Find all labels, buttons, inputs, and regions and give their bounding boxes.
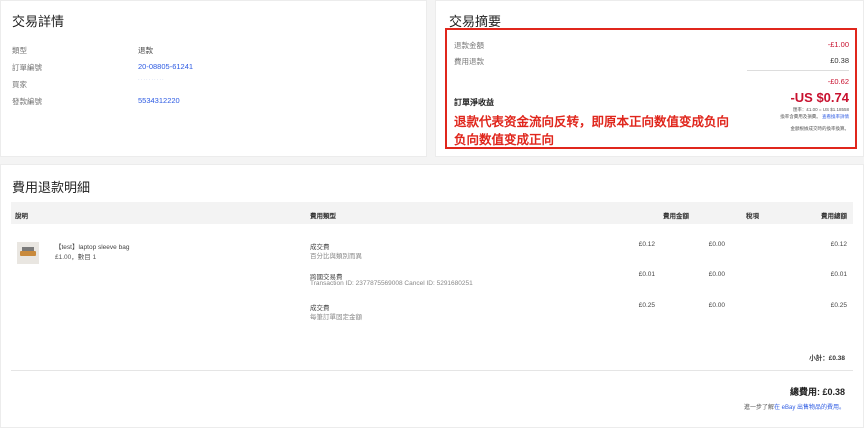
annotation-line-1: 退款代表资金流向反转，即原本正向数值变成负向 bbox=[454, 115, 730, 129]
exchange-rate-note: 換率含費用及損費。 查看換率詳情 bbox=[780, 114, 849, 120]
fee-tax: £0.00 bbox=[708, 241, 725, 248]
buyer-link[interactable]: ·········· bbox=[138, 77, 165, 83]
details-title: 交易詳情 bbox=[12, 14, 65, 29]
payout-number-label: 發款編號 bbox=[12, 97, 42, 106]
type-label: 類型 bbox=[12, 46, 27, 55]
refund-amount-label: 退款金額 bbox=[454, 41, 484, 50]
learn-more-prefix: 進一步了解 bbox=[743, 405, 774, 411]
header-description: 說明 bbox=[15, 213, 28, 220]
rate-details-link[interactable]: 查看換率詳情 bbox=[822, 114, 849, 119]
rate-note-text: 換率含費用及損費。 bbox=[780, 114, 821, 119]
annotation-highlight-box: 退款金額 -£1.00 費用退款 £0.38 -£0.62 訂單淨收益 -US … bbox=[445, 28, 857, 149]
item-thumbnail[interactable] bbox=[17, 242, 39, 264]
header-tax: 稅項 bbox=[746, 213, 759, 220]
fee-refund-label: 費用退款 bbox=[454, 57, 484, 66]
header-fee-amount: 費用金額 bbox=[663, 213, 689, 220]
item-name[interactable]: 【test】laptop sleeve bag bbox=[55, 241, 129, 251]
fee-total: £0.12 bbox=[830, 241, 847, 248]
fee-subtotal: 小計：£0.38 bbox=[809, 355, 845, 362]
order-number-link[interactable]: 20-08805-61241 bbox=[138, 62, 193, 71]
fee-amount: £0.01 bbox=[638, 271, 655, 278]
fee-amount: £0.25 bbox=[638, 302, 655, 309]
table-header: 說明 費用類型 費用金額 稅項 費用總額 bbox=[11, 202, 853, 224]
net-proceeds-value: -US $0.74 bbox=[790, 90, 849, 105]
fee-total: £0.01 bbox=[830, 271, 847, 278]
fee-subtext: 每筆訂單固定金額 bbox=[310, 314, 362, 321]
transaction-details-card: 交易詳情 類型 退款 訂單編號 20-08805-61241 買家 ······… bbox=[0, 0, 427, 157]
total-divider bbox=[11, 370, 853, 371]
header-fee-total: 費用總額 bbox=[821, 213, 847, 220]
payout-number-link[interactable]: 5534312220 bbox=[138, 96, 180, 105]
learn-more-text: 進一步了解在 eBay 出售物品的費用。 bbox=[744, 402, 845, 411]
fee-total: £0.25 bbox=[830, 302, 847, 309]
header-fee-type: 費用類型 bbox=[310, 213, 336, 220]
order-number-label: 訂單編號 bbox=[12, 63, 42, 72]
buyer-label: 買家 bbox=[12, 80, 27, 89]
summary-divider bbox=[747, 70, 849, 71]
fee-subtext: Transaction ID: 2377875569008 Cancel ID:… bbox=[310, 280, 473, 287]
item-meta: £1.00，數目 1 bbox=[55, 254, 97, 261]
exchange-rate-text: 匯率：£1.00 = US $1.18558 bbox=[792, 107, 849, 112]
breakdown-title: 費用退款明細 bbox=[12, 180, 91, 195]
fee-amount: £0.12 bbox=[638, 241, 655, 248]
fee-tax: £0.00 bbox=[708, 271, 725, 278]
fee-refund-value: £0.38 bbox=[830, 56, 849, 65]
net-proceeds-label: 訂單淨收益 bbox=[454, 98, 494, 107]
annotation-line-2: 负向数值变成正向 bbox=[454, 133, 555, 147]
total-fees: 總費用: £0.38 bbox=[789, 387, 845, 397]
refund-amount-value: -£1.00 bbox=[827, 40, 849, 49]
transaction-summary-card: 交易摘要 退款金額 -£1.00 費用退款 £0.38 -£0.62 訂單淨收益… bbox=[435, 0, 864, 157]
ebay-fees-link[interactable]: 在 eBay 出售物品的費用。 bbox=[774, 405, 845, 411]
fee-refund-breakdown-card: 費用退款明細 說明 費用類型 費用金額 稅項 費用總額 【test】laptop… bbox=[0, 164, 864, 428]
type-value: 退款 bbox=[138, 46, 153, 55]
summary-subtotal-value: -£0.62 bbox=[827, 77, 849, 86]
conversion-note: 金額根據成交時的換率換算。 bbox=[790, 126, 850, 131]
fee-subtext: 百分比與類別而異 bbox=[310, 253, 362, 260]
fee-tax: £0.00 bbox=[708, 302, 725, 309]
